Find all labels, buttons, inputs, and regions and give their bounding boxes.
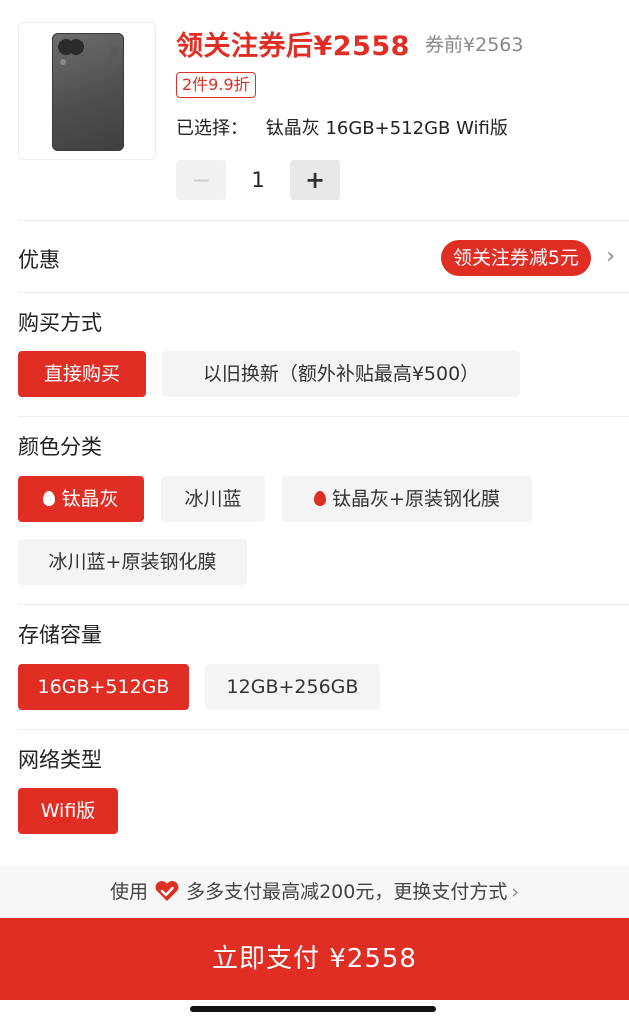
- coupon-button[interactable]: 领关注券减5元: [440, 240, 591, 276]
- selected-label: 已选择：: [176, 118, 248, 139]
- option-color-blue-with-film[interactable]: 冰川蓝+原装钢化膜: [18, 539, 247, 585]
- increase-button[interactable]: +: [290, 160, 340, 200]
- flame-icon: [43, 491, 56, 506]
- chevron-right-icon[interactable]: ›: [606, 244, 615, 269]
- option-direct-buy[interactable]: 直接购买: [18, 351, 146, 397]
- option-label: 钛晶灰+原装钢化膜: [332, 488, 500, 510]
- divider: [18, 604, 629, 605]
- home-indicator: [190, 1006, 436, 1012]
- option-color-titanium-gray[interactable]: 钛晶灰: [18, 476, 144, 522]
- original-price: 券前¥2563: [425, 34, 524, 56]
- divider: [18, 220, 629, 221]
- selected-value: 钛晶灰 16GB+512GB Wifi版: [265, 118, 508, 139]
- chevron-right-icon: ›: [511, 881, 519, 903]
- pay-now-button[interactable]: 立即支付 ¥2558: [0, 918, 629, 1000]
- tablet-image: [52, 33, 124, 151]
- color-label: 颜色分类: [18, 435, 102, 459]
- option-storage-512[interactable]: 16GB+512GB: [18, 664, 189, 710]
- quantity-stepper: − 1 +: [176, 160, 340, 200]
- product-summary: 领关注券后¥2558 券前¥2563 2件9.9折 已选择： 钛晶灰 16GB+…: [0, 0, 629, 220]
- option-network-wifi[interactable]: Wifi版: [18, 788, 118, 834]
- option-trade-in[interactable]: 以旧换新（额外补贴最高¥500）: [162, 351, 520, 397]
- option-storage-256[interactable]: 12GB+256GB: [205, 664, 380, 710]
- option-label: 钛晶灰: [61, 488, 119, 510]
- option-color-glacier-blue[interactable]: 冰川蓝: [161, 476, 265, 522]
- option-color-gray-with-film[interactable]: 钛晶灰+原装钢化膜: [282, 476, 532, 522]
- purchase-method-label: 购买方式: [18, 311, 102, 335]
- quantity-value[interactable]: 1: [226, 160, 290, 200]
- divider: [18, 416, 629, 417]
- decrease-button[interactable]: −: [176, 160, 226, 200]
- product-image[interactable]: [18, 22, 156, 160]
- price-line: 领关注券后¥2558 券前¥2563: [176, 24, 523, 63]
- coupon-label: 优惠: [18, 248, 60, 272]
- divider: [18, 292, 629, 293]
- payment-method-hint[interactable]: 使用 多多支付最高减200元，更换支付方式 ›: [0, 866, 629, 918]
- duoduo-pay-icon: [154, 870, 180, 901]
- coupon-price: 领关注券后¥2558: [176, 31, 410, 62]
- storage-label: 存储容量: [18, 623, 102, 647]
- keyboard-connector-icon: [109, 47, 118, 67]
- camera-icon: [58, 39, 74, 55]
- payment-hint-prefix: 使用: [110, 881, 149, 903]
- selected-spec: 已选择： 钛晶灰 16GB+512GB Wifi版: [176, 114, 508, 140]
- divider: [18, 729, 629, 730]
- flame-icon: [314, 491, 327, 506]
- discount-badge: 2件9.9折: [176, 72, 256, 98]
- payment-hint-text: 多多支付最高减200元，更换支付方式: [186, 881, 508, 903]
- network-label: 网络类型: [18, 748, 102, 772]
- flash-icon: [60, 59, 66, 65]
